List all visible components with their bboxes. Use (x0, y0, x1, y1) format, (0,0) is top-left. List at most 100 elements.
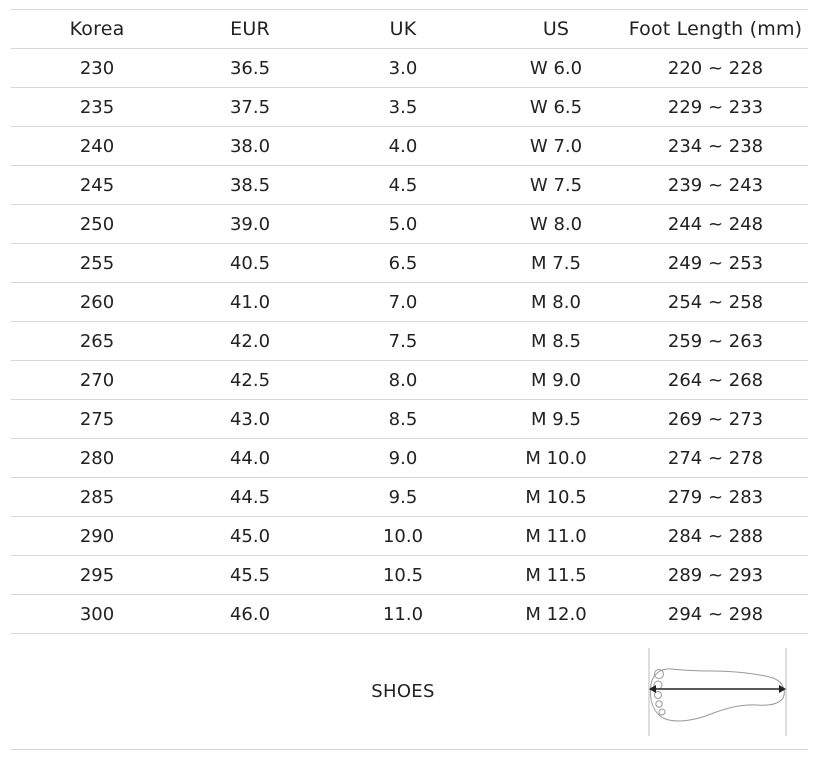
cell-uk: 7.0 (317, 282, 489, 322)
shoes-footer-row: SHOES (11, 633, 808, 750)
cell-eur: 37.5 (183, 87, 317, 127)
cell-foot-length: 289 ~ 293 (623, 555, 808, 595)
footer-spacer (11, 633, 317, 750)
cell-korea: 235 (11, 87, 183, 127)
cell-korea: 260 (11, 282, 183, 322)
cell-foot-length: 239 ~ 243 (623, 165, 808, 205)
cell-us: M 8.0 (489, 282, 623, 322)
cell-uk: 10.0 (317, 516, 489, 556)
cell-korea: 275 (11, 399, 183, 439)
cell-us: M 8.5 (489, 321, 623, 361)
cell-korea: 280 (11, 438, 183, 478)
cell-foot-length: 284 ~ 288 (623, 516, 808, 556)
cell-korea: 240 (11, 126, 183, 166)
cell-korea: 265 (11, 321, 183, 361)
cell-eur: 45.0 (183, 516, 317, 556)
table-row: 270 42.5 8.0 M 9.0 264 ~ 268 (11, 360, 808, 400)
cell-uk: 11.0 (317, 594, 489, 634)
cell-eur: 42.0 (183, 321, 317, 361)
table-row: 260 41.0 7.0 M 8.0 254 ~ 258 (11, 282, 808, 322)
cell-korea: 300 (11, 594, 183, 634)
cell-foot-length: 234 ~ 238 (623, 126, 808, 166)
cell-eur: 45.5 (183, 555, 317, 595)
cell-eur: 44.5 (183, 477, 317, 517)
cell-us: W 7.0 (489, 126, 623, 166)
cell-us: M 9.0 (489, 360, 623, 400)
table-row: 275 43.0 8.5 M 9.5 269 ~ 273 (11, 399, 808, 439)
cell-korea: 250 (11, 204, 183, 244)
table-row: 230 36.5 3.0 W 6.0 220 ~ 228 (11, 48, 808, 88)
cell-foot-length: 220 ~ 228 (623, 48, 808, 88)
shoes-label: SHOES (317, 633, 489, 750)
cell-korea: 290 (11, 516, 183, 556)
cell-us: W 6.5 (489, 87, 623, 127)
cell-uk: 7.5 (317, 321, 489, 361)
table-row: 290 45.0 10.0 M 11.0 284 ~ 288 (11, 516, 808, 556)
footer-spacer-right (489, 633, 623, 750)
table-body: 230 36.5 3.0 W 6.0 220 ~ 228 235 37.5 3.5 W 6.5 2… (11, 48, 808, 750)
cell-us: M 10.0 (489, 438, 623, 478)
cell-eur: 39.0 (183, 204, 317, 244)
cell-eur: 41.0 (183, 282, 317, 322)
cell-korea: 295 (11, 555, 183, 595)
table-row: 265 42.0 7.5 M 8.5 259 ~ 263 (11, 321, 808, 361)
header-korea: Korea (11, 9, 183, 49)
table-row: 245 38.5 4.5 W 7.5 239 ~ 243 (11, 165, 808, 205)
cell-eur: 44.0 (183, 438, 317, 478)
cell-foot-length: 259 ~ 263 (623, 321, 808, 361)
cell-uk: 10.5 (317, 555, 489, 595)
header-us: US (489, 9, 623, 49)
cell-korea: 245 (11, 165, 183, 205)
foot-diagram-cell (623, 633, 808, 750)
header-row: Korea EUR UK US Foot Length (mm) (11, 9, 808, 49)
cell-eur: 46.0 (183, 594, 317, 634)
cell-foot-length: 274 ~ 278 (623, 438, 808, 478)
cell-us: W 6.0 (489, 48, 623, 88)
header-foot-length: Foot Length (mm) (623, 9, 808, 49)
cell-uk: 5.0 (317, 204, 489, 244)
cell-korea: 255 (11, 243, 183, 283)
cell-foot-length: 229 ~ 233 (623, 87, 808, 127)
table-row: 285 44.5 9.5 M 10.5 279 ~ 283 (11, 477, 808, 517)
cell-korea: 270 (11, 360, 183, 400)
foot-length-diagram-icon (648, 647, 786, 736)
cell-foot-length: 249 ~ 253 (623, 243, 808, 283)
header-uk: UK (317, 9, 489, 49)
header-eur: EUR (183, 9, 317, 49)
cell-uk: 4.0 (317, 126, 489, 166)
cell-uk: 8.5 (317, 399, 489, 439)
cell-foot-length: 254 ~ 258 (623, 282, 808, 322)
cell-eur: 43.0 (183, 399, 317, 439)
cell-us: M 11.0 (489, 516, 623, 556)
table-row: 255 40.5 6.5 M 7.5 249 ~ 253 (11, 243, 808, 283)
cell-uk: 9.5 (317, 477, 489, 517)
shoe-size-table: Korea EUR UK US Foot Length (mm) 230 36.5… (11, 9, 808, 750)
cell-korea: 230 (11, 48, 183, 88)
cell-eur: 40.5 (183, 243, 317, 283)
cell-uk: 9.0 (317, 438, 489, 478)
cell-uk: 3.0 (317, 48, 489, 88)
cell-foot-length: 269 ~ 273 (623, 399, 808, 439)
cell-foot-length: 264 ~ 268 (623, 360, 808, 400)
cell-foot-length: 244 ~ 248 (623, 204, 808, 244)
cell-eur: 38.0 (183, 126, 317, 166)
table-row: 240 38.0 4.0 W 7.0 234 ~ 238 (11, 126, 808, 166)
table-row: 300 46.0 11.0 M 12.0 294 ~ 298 (11, 594, 808, 634)
cell-uk: 6.5 (317, 243, 489, 283)
cell-us: M 7.5 (489, 243, 623, 283)
cell-us: W 8.0 (489, 204, 623, 244)
cell-us: M 9.5 (489, 399, 623, 439)
cell-foot-length: 294 ~ 298 (623, 594, 808, 634)
cell-us: W 7.5 (489, 165, 623, 205)
cell-us: M 10.5 (489, 477, 623, 517)
cell-eur: 42.5 (183, 360, 317, 400)
cell-uk: 4.5 (317, 165, 489, 205)
cell-eur: 36.5 (183, 48, 317, 88)
table-row: 250 39.0 5.0 W 8.0 244 ~ 248 (11, 204, 808, 244)
table-header: Korea EUR UK US Foot Length (mm) (11, 9, 808, 49)
cell-uk: 8.0 (317, 360, 489, 400)
table-row: 280 44.0 9.0 M 10.0 274 ~ 278 (11, 438, 808, 478)
table-row: 235 37.5 3.5 W 6.5 229 ~ 233 (11, 87, 808, 127)
cell-korea: 285 (11, 477, 183, 517)
cell-uk: 3.5 (317, 87, 489, 127)
